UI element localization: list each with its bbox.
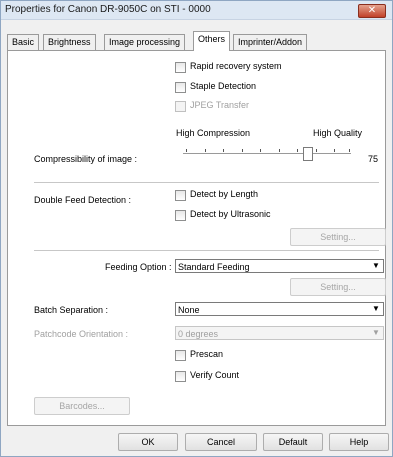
feeding-setting-button[interactable]: Setting... <box>290 278 386 296</box>
double-feed-label: Double Feed Detection : <box>34 195 132 205</box>
separator <box>34 182 379 183</box>
detect-by-ultrasonic-label: Detect by Ultrasonic <box>190 209 271 219</box>
staple-detection-checkbox[interactable] <box>175 82 186 93</box>
tab-brightness[interactable]: Brightness <box>43 34 96 50</box>
slider-tick <box>260 149 261 152</box>
high-compression-label: High Compression <box>176 128 251 138</box>
batch-separation-value: None <box>178 305 200 315</box>
slider-tick <box>279 149 280 152</box>
tab-basic[interactable]: Basic <box>7 34 40 50</box>
slider-tick <box>205 149 206 152</box>
detect-by-length-label: Detect by Length <box>190 189 259 199</box>
separator <box>34 250 379 251</box>
double-feed-setting-button[interactable]: Setting... <box>290 228 386 246</box>
slider-tick <box>316 149 317 152</box>
jpeg-transfer-label: JPEG Transfer <box>190 100 250 110</box>
verify-count-label: Verify Count <box>190 370 240 380</box>
prescan-checkbox[interactable] <box>175 350 186 361</box>
properties-dialog: Properties for Canon DR-9050C on STI - 0… <box>0 0 393 457</box>
others-panel: Rapid recovery system Staple Detection J… <box>7 50 386 426</box>
default-button[interactable]: Default <box>263 433 323 451</box>
cancel-button[interactable]: Cancel <box>185 433 257 451</box>
window-title: Properties for Canon DR-9050C on STI - 0… <box>5 4 211 15</box>
compressibility-label: Compressibility of image : <box>34 154 138 164</box>
patchcode-orientation-value: 0 degrees <box>178 329 219 339</box>
title-bar: Properties for Canon DR-9050C on STI - 0… <box>1 1 392 20</box>
patchcode-orientation-select[interactable]: 0 degrees ▼ <box>175 326 384 340</box>
batch-separation-label: Batch Separation : <box>34 305 109 315</box>
close-icon[interactable]: ✕ <box>358 4 386 18</box>
batch-separation-select[interactable]: None ▼ <box>175 302 384 316</box>
slider-tick <box>349 149 350 152</box>
verify-count-checkbox[interactable] <box>175 371 186 382</box>
slider-tick <box>297 149 298 152</box>
tab-others[interactable]: Others <box>193 31 231 51</box>
help-button[interactable]: Help <box>329 433 389 451</box>
dropdown-arrow-icon[interactable]: ▼ <box>369 260 383 272</box>
jpeg-transfer-checkbox[interactable] <box>175 101 186 112</box>
feeding-option-value: Standard Feeding <box>178 262 250 272</box>
feeding-option-select[interactable]: Standard Feeding ▼ <box>175 259 384 273</box>
detect-by-ultrasonic-checkbox[interactable] <box>175 210 186 221</box>
slider-tick <box>223 149 224 152</box>
feeding-option-label: Feeding Option : <box>105 262 172 272</box>
barcodes-button[interactable]: Barcodes... <box>34 397 130 415</box>
tab-imprinter-addon[interactable]: Imprinter/Addon <box>233 34 308 50</box>
high-quality-label: High Quality <box>313 128 363 138</box>
dropdown-arrow-icon[interactable]: ▼ <box>369 327 383 339</box>
rapid-recovery-checkbox[interactable] <box>175 62 186 73</box>
patchcode-orientation-label: Patchcode Orientation : <box>34 329 129 339</box>
tab-image-processing[interactable]: Image processing <box>104 34 186 50</box>
ok-button[interactable]: OK <box>118 433 178 451</box>
staple-detection-label: Staple Detection <box>190 81 257 91</box>
compressibility-slider-thumb[interactable] <box>303 147 313 161</box>
slider-tick <box>242 149 243 152</box>
rapid-recovery-label: Rapid recovery system <box>190 61 282 71</box>
prescan-label: Prescan <box>190 349 224 359</box>
compressibility-slider-track[interactable] <box>183 153 351 156</box>
dropdown-arrow-icon[interactable]: ▼ <box>369 303 383 315</box>
compressibility-value: 75 <box>368 154 379 164</box>
detect-by-length-checkbox[interactable] <box>175 190 186 201</box>
slider-tick <box>186 149 187 152</box>
slider-tick <box>334 149 335 152</box>
